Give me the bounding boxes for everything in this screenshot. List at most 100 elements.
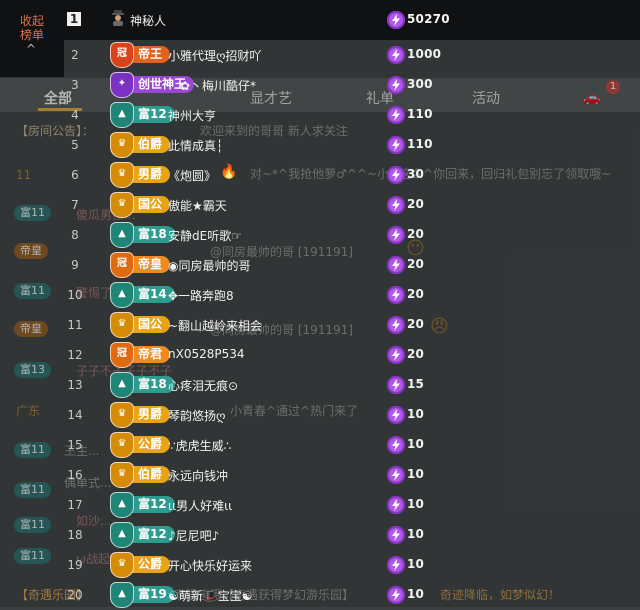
user-name[interactable]: 小雅代理ღ招财吖 (168, 47, 261, 64)
user-level-badge: ♛ 伯爵 (110, 462, 171, 488)
contribution-score: 10 (407, 467, 425, 481)
rank-shield-icon: ♛ (110, 552, 134, 578)
ranking-row[interactable]: 10 ▲ 富14 ✥一路奔跑8 20 (64, 280, 640, 310)
user-level-label: 富12 (138, 527, 167, 541)
lightning-icon (387, 286, 405, 304)
lightning-icon (387, 256, 405, 274)
lightning-icon (387, 76, 405, 94)
user-name[interactable]: ◉同房最帅的哥 (168, 257, 250, 274)
user-level-badge: ♛ 男爵 (110, 402, 171, 428)
user-level-label: 富12 (138, 497, 167, 511)
user-level-badge: ▲ 富14 (110, 282, 175, 308)
contribution-score: 30 (407, 167, 425, 181)
rank-number: 6 (71, 168, 79, 182)
lightning-icon (387, 46, 405, 64)
rank-shield-icon: ♛ (110, 402, 134, 428)
user-name[interactable]: 神秘人 (130, 12, 166, 29)
user-name[interactable]: 此情成真┆ (168, 137, 223, 154)
user-level-label: 男爵 (138, 407, 163, 421)
user-name[interactable]: 傲能★霸天 (168, 197, 227, 214)
user-name[interactable]: 神州大亨 (168, 107, 216, 124)
rank-number: 5 (71, 138, 79, 152)
rank-shield-icon: ▲ (110, 582, 134, 608)
user-name[interactable]: 永远向钱冲 (168, 467, 228, 484)
lightning-icon (387, 166, 405, 184)
user-level-label: 富18 (138, 227, 167, 241)
user-level-badge: ♛ 公爵 (110, 552, 171, 578)
contribution-score: 50270 (407, 12, 450, 26)
user-name[interactable]: ~翻山越岭来相会 (168, 317, 262, 334)
user-level-label: 富18 (138, 377, 167, 391)
rank-number: 10 (67, 288, 83, 302)
user-level-label: 富14 (138, 287, 167, 301)
ranking-row[interactable]: 17 ▲ 富12 ιι男人好难ιι 10 (64, 490, 640, 520)
ranking-row[interactable]: 9 冠帝皇 ◉同房最帅的哥 20 (64, 250, 640, 280)
user-level-badge: ♛ 公爵 (110, 432, 171, 458)
user-name[interactable]: 安静dE听歌☞ (168, 227, 242, 244)
lightning-icon (387, 556, 405, 574)
contribution-score: 10 (407, 527, 425, 541)
ranking-row[interactable]: 20 ▲ 富19 ☯萌新🎩宝宝☯ 10 (64, 580, 640, 610)
ranking-row[interactable]: 14 ♛ 男爵 琴韵悠扬ღ 10 (64, 400, 640, 430)
contribution-score: 15 (407, 377, 425, 391)
user-level-badge: ▲ 富12 (110, 522, 175, 548)
ranking-row[interactable]: 3 ✦ 创世神王 ✿丶梅川酷仔* 300 (64, 70, 640, 100)
contribution-score: 10 (407, 407, 425, 421)
ranking-row[interactable]: 16 ♛ 伯爵 永远向钱冲 10 (64, 460, 640, 490)
user-level-label: 帝皇 (138, 257, 163, 271)
ranking-row[interactable]: 18 ▲ 富12 ♪尼尼吧♪ 10 (64, 520, 640, 550)
contribution-score: 20 (407, 317, 425, 331)
lightning-icon (387, 436, 405, 454)
rank-number: 18 (67, 528, 83, 542)
rank-number: 16 (67, 468, 83, 482)
ranking-row[interactable]: 12 冠帝君 nX0528P534 20 (64, 340, 640, 370)
lightning-icon (387, 11, 405, 29)
ranking-row[interactable]: 1 神秘人 50270 (64, 0, 640, 40)
ranking-row[interactable]: 6 ♛ 男爵 《炮圆》 🔥 30 (64, 160, 640, 190)
user-level-label: 男爵 (138, 167, 163, 181)
contribution-score: 110 (407, 137, 433, 151)
contribution-score: 10 (407, 437, 425, 451)
contribution-score: 10 (407, 497, 425, 511)
ranking-row[interactable]: 4 ▲ 富12 神州大亨 110 (64, 100, 640, 130)
ranking-row[interactable]: 11 ♛ 国公 ~翻山越岭来相会 20 (64, 310, 640, 340)
user-level-badge: ▲ 富18 (110, 372, 175, 398)
contribution-score: 10 (407, 587, 425, 601)
user-level-label: 富12 (138, 107, 167, 121)
user-name[interactable]: ✿丶梅川酷仔* (180, 77, 256, 94)
fire-icon: 🔥 (220, 164, 238, 180)
user-name[interactable]: ιι男人好难ιι (168, 497, 232, 514)
user-name[interactable]: ✥一路奔跑8 (168, 287, 234, 304)
rank-number: 12 (67, 348, 83, 362)
user-level-badge: ♛ 国公 (110, 192, 171, 218)
user-name[interactable]: 心疼泪无痕⊙ (168, 377, 238, 394)
rank-shield-icon: ♛ (110, 192, 134, 218)
rank-shield-icon: ♛ (110, 162, 134, 188)
ranking-row[interactable]: 19 ♛ 公爵 开心快乐好运来 10 (64, 550, 640, 580)
user-name[interactable]: 开心快乐好运来 (168, 557, 252, 574)
user-level-label: 创世神王 (138, 77, 187, 91)
user-level-badge: 冠帝君 (110, 342, 171, 368)
contribution-score: 1000 (407, 47, 442, 61)
rank-number: 20 (67, 588, 83, 602)
user-name[interactable]: ☯萌新🎩宝宝☯ (168, 587, 252, 604)
ranking-row[interactable]: 8 ▲ 富18 安静dE听歌☞ 20 (64, 220, 640, 250)
user-name[interactable]: ∵虎虎生威∴ (168, 437, 231, 454)
ranking-row[interactable]: 15 ♛ 公爵 ∵虎虎生威∴ 10 (64, 430, 640, 460)
rank-number: 15 (67, 438, 83, 452)
rank-number: 9 (71, 258, 79, 272)
ranking-row[interactable]: 2 冠帝王 小雅代理ღ招财吖 1000 (64, 40, 640, 70)
ranking-row[interactable]: 13 ▲ 富18 心疼泪无痕⊙ 15 (64, 370, 640, 400)
user-name[interactable]: 琴韵悠扬ღ (168, 407, 225, 424)
user-name[interactable]: nX0528P534 (168, 347, 245, 361)
ranking-row[interactable]: 7 ♛ 国公 傲能★霸天 20 (64, 190, 640, 220)
contribution-score: 20 (407, 347, 425, 361)
user-level-label: 公爵 (138, 557, 163, 571)
user-name[interactable]: 《炮圆》 (168, 167, 216, 184)
user-name[interactable]: ♪尼尼吧♪ (168, 527, 219, 544)
lightning-icon (387, 526, 405, 544)
ranking-row[interactable]: 5 ♛ 伯爵 此情成真┆ 110 (64, 130, 640, 160)
lightning-icon (387, 316, 405, 334)
collapse-ranking-button[interactable]: 收起榜单 ^ (0, 0, 64, 77)
rank-number: 17 (67, 498, 83, 512)
